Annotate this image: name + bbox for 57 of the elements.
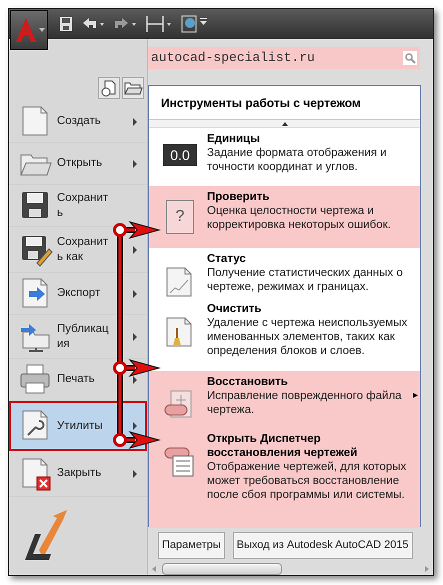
item-description: Отображение чертежей, для которых может требоваться восстановление после сбоя программы или системы. (207, 460, 408, 502)
search-icon[interactable] (403, 51, 417, 65)
submenu-arrow-icon (133, 118, 137, 126)
submenu-arrow-icon (133, 246, 137, 254)
menu-label: Сохранить (57, 190, 110, 220)
logo-icon (23, 510, 69, 562)
item-description: Получение статистических данных о чертеже, режимах и границах. (207, 266, 404, 294)
menu-label: Создать (57, 114, 101, 129)
menu-label: Публикация (57, 322, 110, 352)
item-description: Исправление поврежденного файла чертежа. (207, 389, 403, 417)
open-folder-icon[interactable] (122, 77, 144, 99)
menu-item[interactable]: Создать (9, 101, 147, 143)
units-icon: 0.0 (163, 144, 197, 166)
menu-label: Экспорт (57, 286, 100, 301)
recent-documents-icon[interactable] (98, 77, 120, 99)
submenu-arrow-icon: ▸ (413, 391, 418, 401)
undo-icon[interactable] (81, 17, 105, 31)
item-title: Единицы (207, 132, 261, 146)
menu-label: Закрыть (57, 466, 102, 481)
search-field[interactable]: autocad-specialist.ru (148, 47, 420, 69)
submenu-arrow-icon (133, 332, 137, 340)
menu-item[interactable]: Открыть (9, 143, 147, 185)
menu-item[interactable]: Публикация (9, 315, 147, 359)
scroll-up-icon[interactable] (282, 122, 288, 126)
item-title: Статус (207, 252, 247, 266)
item-title: Проверить (207, 190, 270, 204)
menu-label: Печать (57, 372, 95, 387)
item-title: Очистить (207, 302, 262, 316)
menu-item[interactable]: Экспорт (9, 273, 147, 315)
menu-label: Утилиты (57, 418, 103, 434)
item-description: Удаление с чертежа неиспользуемых именованных элементов, таких как определения блоков и слоев. (207, 316, 408, 358)
scrollbar-thumb[interactable] (162, 563, 282, 575)
letter-a-logo-icon (14, 17, 38, 43)
submenu-item[interactable]: Открыть Диспетчер восстановления чертежей Отображение чертежей, для которых может требоваться восстановление после сбоя программы или системы. (149, 428, 420, 528)
menu-item[interactable]: Закрыть (9, 451, 147, 497)
dialog-button[interactable]: Выход из Autodesk AutoCAD 2015 (232, 532, 413, 559)
dialog-button[interactable]: Параметры (158, 532, 225, 559)
submenu-arrow-icon (133, 160, 137, 168)
submenu-arrow-icon (133, 290, 137, 298)
menu-label: Сохранить как (57, 234, 110, 264)
dimension-icon[interactable] (145, 15, 173, 33)
search-input: autocad-specialist.ru (151, 48, 403, 68)
item-title: Восстановить (207, 375, 289, 389)
application-button[interactable] (10, 10, 48, 50)
submenu-item[interactable]: ? Проверить Оценка целостности чертежа и корректировка некоторых ошибок. (149, 186, 420, 248)
submenu-arrow-icon (133, 470, 137, 478)
document-question-icon: ? (166, 200, 194, 234)
submenu-item[interactable]: Восстановить Исправление поврежденного файла чертежа. ▸ (149, 371, 420, 428)
item-description: Оценка целостности чертежа и корректировка некоторых ошибок. (207, 204, 392, 232)
globe-icon[interactable] (181, 15, 209, 33)
item-description: Задание формата отображения и точности координат и углов. (207, 146, 388, 174)
menu-item[interactable]: Утилиты (9, 401, 147, 451)
dropdown-icon (38, 28, 44, 32)
menu-label: Открыть (57, 156, 102, 171)
item-title: Открыть Диспетчер восстановления чертежей (207, 432, 358, 460)
save-icon[interactable] (59, 16, 73, 32)
redo-icon[interactable] (113, 17, 137, 31)
